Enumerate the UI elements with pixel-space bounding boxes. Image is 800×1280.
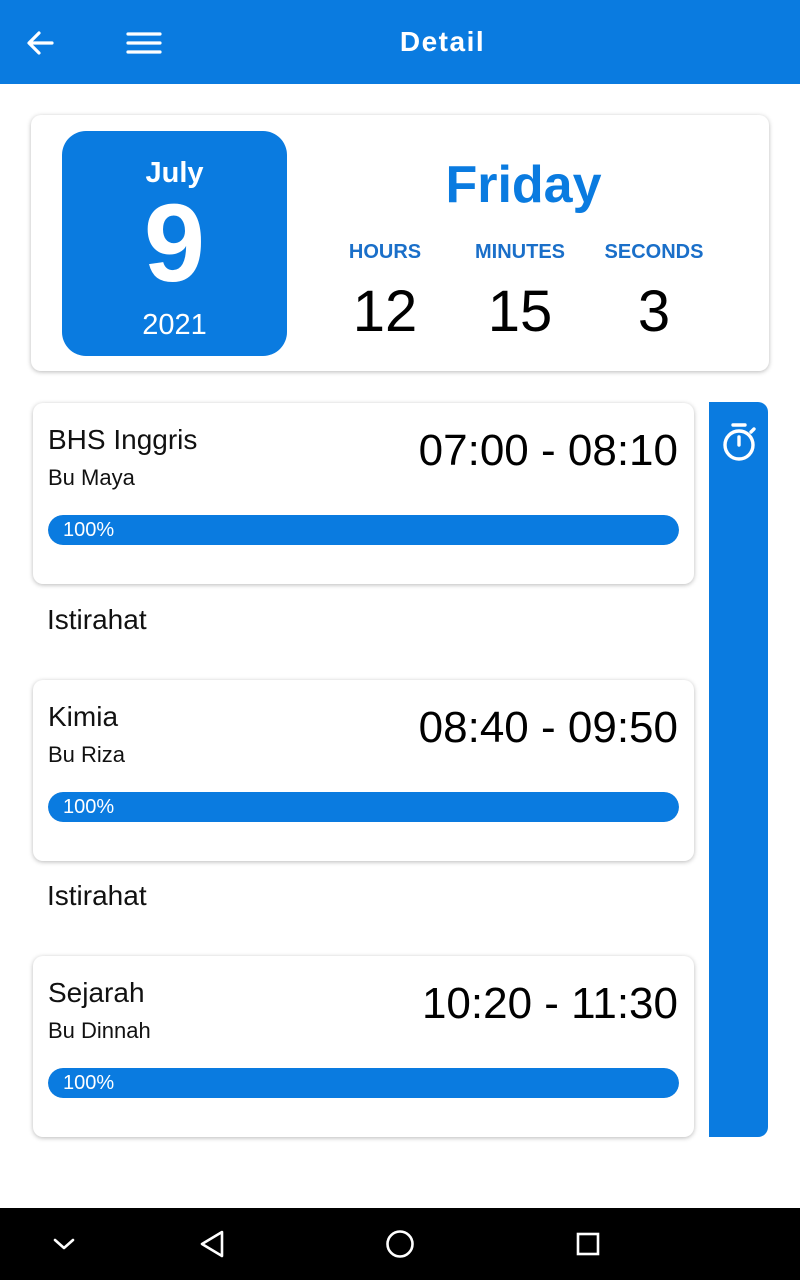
chevron-down-icon[interactable] bbox=[46, 1226, 82, 1262]
progress-label: 100% bbox=[63, 796, 115, 818]
subject-name: BHS Inggris bbox=[48, 424, 198, 455]
page-title: Detail bbox=[399, 26, 486, 57]
progress-bar: 100% bbox=[48, 515, 679, 545]
hours-label: HOURS bbox=[348, 241, 422, 263]
progress-bar: 100% bbox=[48, 1068, 679, 1098]
schedule-card[interactable]: Sejarah Bu Dinnah 10:20 - 11:30 100% bbox=[33, 956, 694, 1137]
progress-bar: 100% bbox=[48, 792, 679, 822]
teacher-name: Bu Riza bbox=[48, 742, 126, 767]
minutes-label: MINUTES bbox=[475, 241, 565, 263]
hours-value: 12 bbox=[352, 279, 418, 344]
break-label: Istirahat bbox=[47, 604, 147, 635]
system-nav-bar bbox=[0, 1208, 800, 1280]
teacher-name: Bu Dinnah bbox=[48, 1018, 151, 1043]
seconds-column: SECONDS 3 bbox=[584, 241, 724, 345]
minutes-value: 15 bbox=[487, 279, 553, 344]
hours-column: HOURS 12 bbox=[315, 241, 455, 345]
break-label: Istirahat bbox=[47, 880, 147, 911]
date-day: 9 bbox=[143, 182, 206, 305]
seconds-value: 3 bbox=[637, 279, 671, 344]
lesson-time: 08:40 - 09:50 bbox=[418, 703, 678, 752]
recents-square-icon[interactable] bbox=[570, 1226, 606, 1262]
progress-fill bbox=[48, 515, 679, 545]
progress-label: 100% bbox=[63, 1072, 115, 1094]
lesson-time: 07:00 - 08:10 bbox=[418, 426, 678, 475]
home-circle-icon[interactable] bbox=[382, 1226, 418, 1262]
schedule-card[interactable]: Kimia Bu Riza 08:40 - 09:50 100% bbox=[33, 680, 694, 861]
date-card: July 9 2021 Friday HOURS 12 MINUTES 15 S… bbox=[31, 115, 769, 371]
schedule-card[interactable]: BHS Inggris Bu Maya 07:00 - 08:10 100% bbox=[33, 403, 694, 584]
stopwatch-icon[interactable] bbox=[720, 422, 758, 462]
weekday-label: Friday bbox=[445, 156, 602, 214]
calendar-date-box: July 9 2021 bbox=[62, 131, 287, 356]
subject-name: Sejarah bbox=[48, 977, 145, 1008]
app-bar: Detail bbox=[0, 0, 800, 84]
teacher-name: Bu Maya bbox=[48, 465, 135, 490]
back-triangle-icon[interactable] bbox=[194, 1226, 230, 1262]
progress-fill bbox=[48, 792, 679, 822]
timeline-sidebar bbox=[709, 402, 768, 1137]
lesson-time: 10:20 - 11:30 bbox=[421, 979, 678, 1028]
minutes-column: MINUTES 15 bbox=[450, 241, 590, 345]
progress-fill bbox=[48, 1068, 679, 1098]
date-year: 2021 bbox=[142, 309, 207, 341]
progress-label: 100% bbox=[63, 519, 115, 541]
subject-name: Kimia bbox=[48, 701, 119, 732]
seconds-label: SECONDS bbox=[604, 241, 704, 263]
